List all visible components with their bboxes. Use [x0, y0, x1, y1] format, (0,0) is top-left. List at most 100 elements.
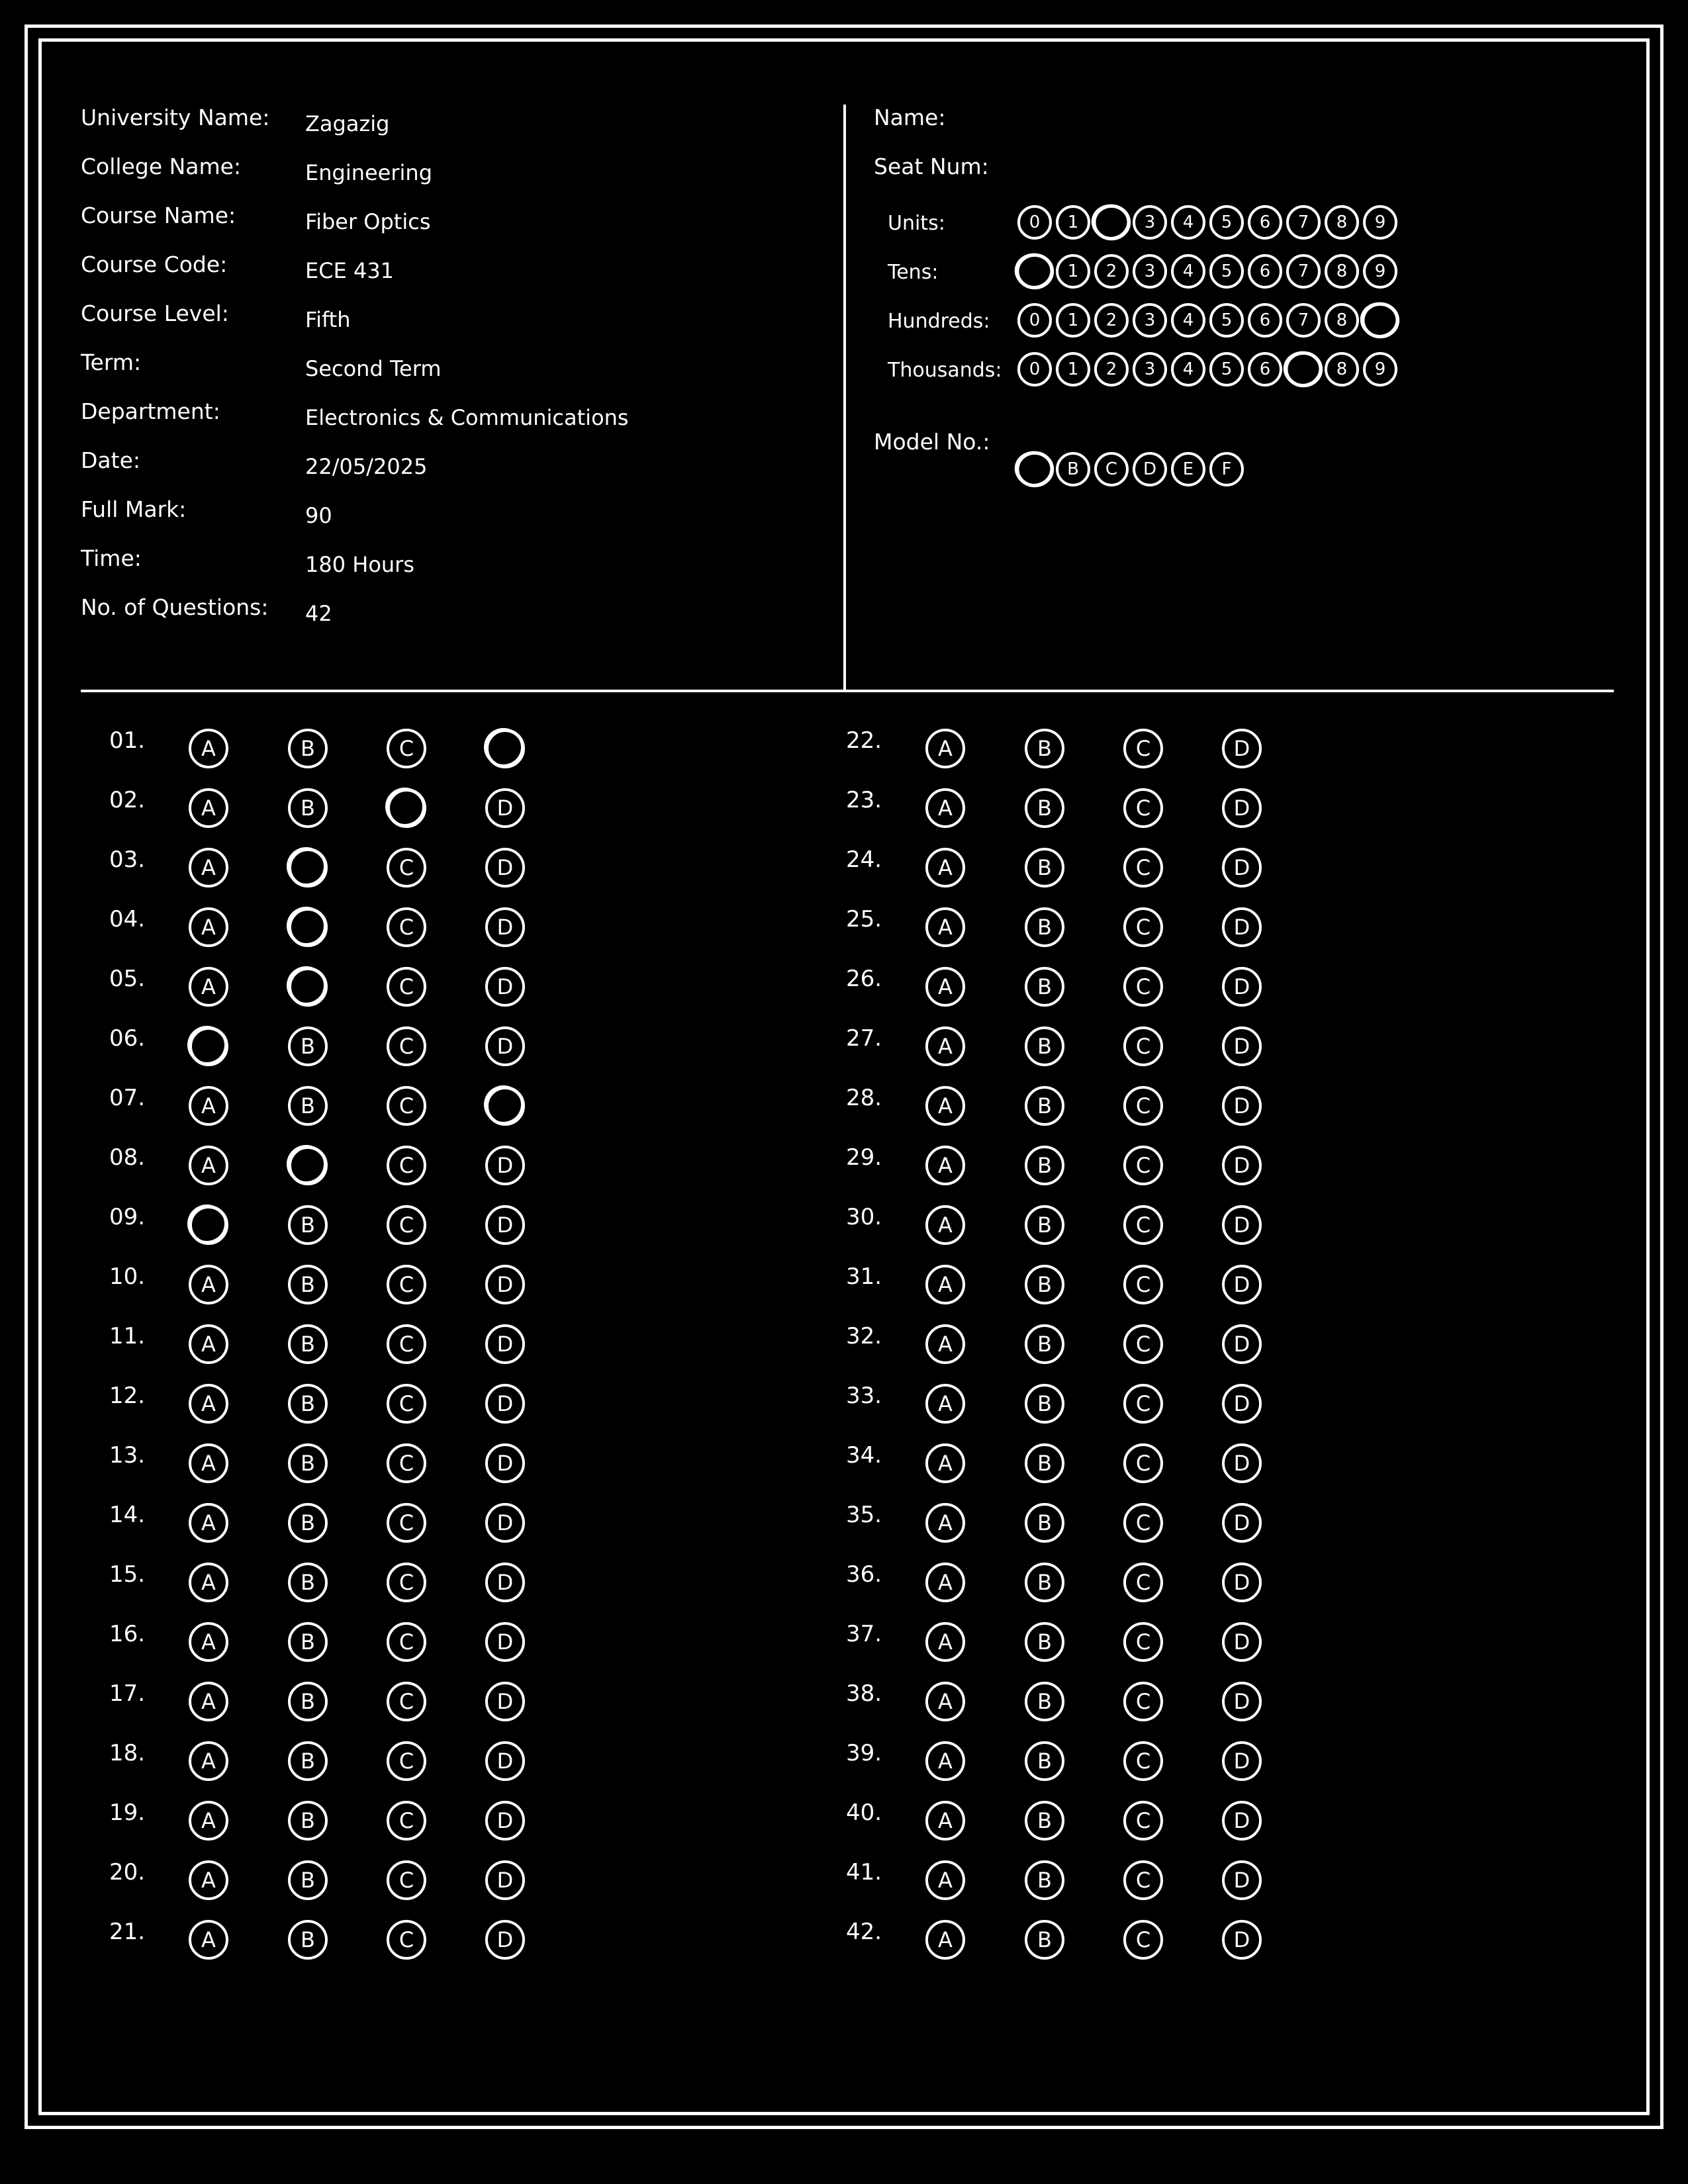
model-bubble[interactable]: A — [1014, 451, 1055, 488]
answer-bubble[interactable]: C — [387, 1205, 426, 1245]
answer-bubble[interactable]: B — [288, 1265, 328, 1304]
seat-digit-bubble[interactable]: 7 — [1286, 303, 1321, 338]
answer-bubble[interactable]: A — [189, 1324, 228, 1364]
answer-bubble[interactable]: B — [1025, 1146, 1064, 1185]
seat-digit-bubble[interactable]: 0 — [1017, 303, 1052, 338]
answer-bubble[interactable]: C — [1123, 1622, 1163, 1662]
answer-bubble[interactable]: C — [387, 1324, 426, 1364]
answer-bubble[interactable]: C — [387, 848, 426, 887]
answer-bubble[interactable]: B — [288, 1682, 328, 1721]
seat-digit-bubble[interactable]: 8 — [1325, 352, 1359, 387]
answer-bubble[interactable]: D — [1222, 1265, 1262, 1304]
answer-bubble[interactable]: B — [1025, 1086, 1064, 1126]
answer-bubble[interactable]: A — [189, 788, 228, 828]
answer-bubble[interactable]: B — [1025, 1563, 1064, 1602]
seat-digit-bubble[interactable]: 9 — [1360, 302, 1400, 339]
seat-digit-bubble[interactable]: 5 — [1209, 205, 1244, 240]
answer-bubble[interactable]: D — [485, 1741, 525, 1781]
answer-bubble[interactable]: C — [1123, 1086, 1163, 1126]
answer-bubble[interactable]: C — [387, 1563, 426, 1602]
answer-bubble[interactable]: C — [1123, 1860, 1163, 1900]
answer-bubble[interactable]: C — [1123, 1384, 1163, 1424]
answer-bubble[interactable]: A — [925, 1265, 965, 1304]
answer-bubble[interactable]: D — [1222, 1622, 1262, 1662]
answer-bubble[interactable]: D — [1222, 1503, 1262, 1543]
answer-bubble[interactable]: D — [485, 1503, 525, 1543]
seat-digit-bubble[interactable]: 3 — [1133, 205, 1167, 240]
answer-bubble[interactable]: C — [1123, 729, 1163, 768]
seat-digit-bubble[interactable]: 1 — [1056, 205, 1090, 240]
answer-bubble[interactable]: A — [925, 1324, 965, 1364]
answer-bubble[interactable]: A — [925, 848, 965, 887]
answer-bubble[interactable]: A — [925, 967, 965, 1007]
answer-bubble[interactable]: D — [1222, 967, 1262, 1007]
answer-bubble[interactable]: C — [1123, 1563, 1163, 1602]
seat-digit-bubble[interactable]: 6 — [1248, 303, 1282, 338]
answer-bubble[interactable]: D — [1222, 848, 1262, 887]
answer-bubble[interactable]: C — [387, 729, 426, 768]
answer-bubble[interactable]: D — [1222, 788, 1262, 828]
seat-digit-bubble[interactable]: 7 — [1283, 351, 1323, 388]
answer-bubble[interactable]: A — [925, 729, 965, 768]
answer-bubble[interactable]: D — [485, 1563, 525, 1602]
model-bubble[interactable]: F — [1209, 452, 1244, 486]
answer-bubble[interactable]: B — [1025, 1324, 1064, 1364]
answer-bubble[interactable]: A — [189, 1741, 228, 1781]
answer-bubble[interactable]: C — [1123, 1265, 1163, 1304]
answer-bubble[interactable]: A — [925, 1920, 965, 1960]
answer-bubble[interactable]: C — [1123, 1146, 1163, 1185]
answer-bubble[interactable]: C — [387, 1026, 426, 1066]
answer-bubble[interactable]: C — [387, 1920, 426, 1960]
seat-digit-bubble[interactable]: 3 — [1133, 303, 1167, 338]
answer-bubble[interactable]: B — [288, 1801, 328, 1841]
answer-bubble[interactable]: A — [925, 1384, 965, 1424]
answer-bubble[interactable]: D — [485, 1265, 525, 1304]
answer-bubble[interactable]: C — [387, 1146, 426, 1185]
seat-digit-bubble[interactable]: 2 — [1094, 303, 1129, 338]
answer-bubble[interactable]: B — [1025, 1741, 1064, 1781]
answer-bubble[interactable]: D — [485, 967, 525, 1007]
answer-bubble[interactable]: A — [925, 1860, 965, 1900]
answer-bubble[interactable]: D — [485, 788, 525, 828]
answer-bubble[interactable]: B — [288, 729, 328, 768]
seat-digit-bubble[interactable]: 2 — [1094, 254, 1129, 289]
answer-bubble[interactable]: C — [1123, 1443, 1163, 1483]
seat-digit-bubble[interactable]: 4 — [1171, 352, 1205, 387]
answer-bubble[interactable]: A — [925, 1443, 965, 1483]
seat-digit-bubble[interactable]: 9 — [1363, 205, 1397, 240]
seat-digit-bubble[interactable]: 4 — [1171, 205, 1205, 240]
answer-bubble[interactable]: D — [485, 1920, 525, 1960]
answer-bubble[interactable]: C — [387, 1741, 426, 1781]
answer-bubble[interactable]: C — [387, 1622, 426, 1662]
answer-bubble[interactable]: B — [1025, 1860, 1064, 1900]
answer-bubble[interactable]: D — [1222, 1682, 1262, 1721]
answer-bubble[interactable]: D — [485, 1324, 525, 1364]
answer-bubble[interactable]: C — [1123, 907, 1163, 947]
answer-bubble[interactable]: D — [485, 1026, 525, 1066]
seat-digit-bubble[interactable]: 9 — [1363, 254, 1397, 289]
answer-bubble[interactable]: D — [485, 1682, 525, 1721]
answer-bubble[interactable]: D — [1222, 1384, 1262, 1424]
answer-bubble[interactable]: C — [1123, 1324, 1163, 1364]
answer-bubble[interactable]: B — [288, 1443, 328, 1483]
answer-bubble[interactable]: A — [189, 1265, 228, 1304]
answer-bubble[interactable]: D — [485, 1801, 525, 1841]
answer-bubble[interactable]: B — [1025, 1801, 1064, 1841]
answer-bubble[interactable]: D — [1222, 1205, 1262, 1245]
answer-bubble[interactable]: B — [1025, 848, 1064, 887]
answer-bubble[interactable]: B — [1025, 1503, 1064, 1543]
answer-bubble[interactable]: B — [287, 907, 328, 947]
seat-digit-bubble[interactable]: 5 — [1209, 303, 1244, 338]
answer-bubble[interactable]: A — [925, 1086, 965, 1126]
answer-bubble[interactable]: B — [287, 847, 328, 887]
seat-digit-bubble[interactable]: 0 — [1014, 253, 1055, 290]
answer-bubble[interactable]: D — [1222, 1026, 1262, 1066]
answer-bubble[interactable]: B — [288, 1563, 328, 1602]
answer-bubble[interactable]: A — [925, 1622, 965, 1662]
seat-digit-bubble[interactable]: 7 — [1286, 205, 1321, 240]
answer-bubble[interactable]: D — [485, 1860, 525, 1900]
answer-bubble[interactable]: B — [288, 1086, 328, 1126]
answer-bubble[interactable]: D — [1222, 1324, 1262, 1364]
answer-bubble[interactable]: A — [189, 848, 228, 887]
answer-bubble[interactable]: D — [1222, 1741, 1262, 1781]
